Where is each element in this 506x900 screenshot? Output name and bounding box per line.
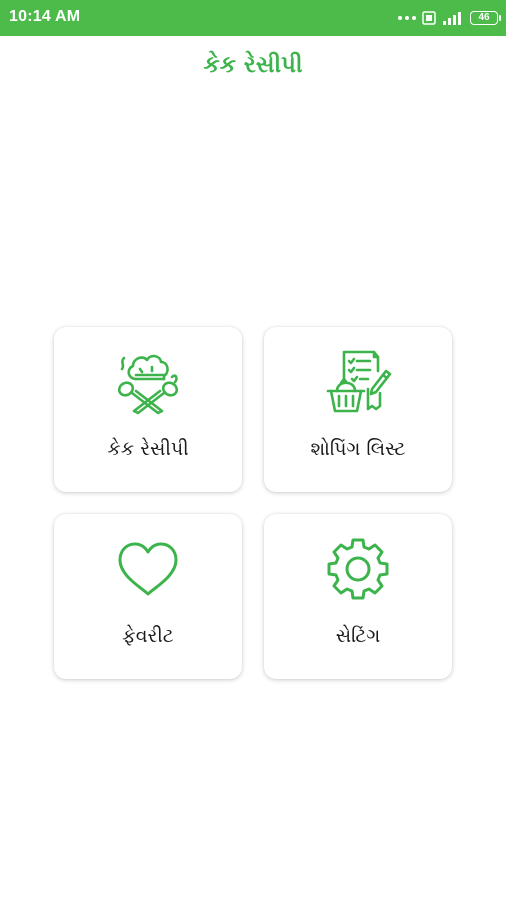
- menu-card-label: કેક રેસીપી: [107, 438, 189, 460]
- menu-card-shopping-list[interactable]: શોપિંગ લિસ્ટ: [264, 327, 452, 492]
- heart-icon: [54, 536, 242, 604]
- menu-card-cake-recipes[interactable]: કેક રેસીપી: [54, 327, 242, 492]
- shopping-list-basket-icon: [264, 349, 452, 417]
- menu-card-label: શોપિંગ લિસ્ટ: [310, 438, 406, 460]
- notification-dots-icon: [398, 16, 416, 20]
- menu-card-label: ફેવરીટ: [122, 625, 174, 647]
- status-icons: 46: [398, 9, 501, 27]
- page-title: કેક રેસીપી: [203, 52, 303, 78]
- sim-icon: [422, 11, 436, 25]
- gear-icon: [264, 536, 452, 604]
- chef-hat-spoons-icon: [54, 349, 242, 417]
- menu-card-setting[interactable]: સેટિંગ: [264, 514, 452, 679]
- status-time: 10:14 AM: [9, 8, 81, 25]
- signal-icon: [443, 12, 461, 25]
- status-bar: 10:14 AM 46: [0, 0, 506, 36]
- menu-card-favorite[interactable]: ફેવરીટ: [54, 514, 242, 679]
- battery-icon: 46: [470, 11, 501, 25]
- menu-card-label: સેટિંગ: [335, 625, 381, 647]
